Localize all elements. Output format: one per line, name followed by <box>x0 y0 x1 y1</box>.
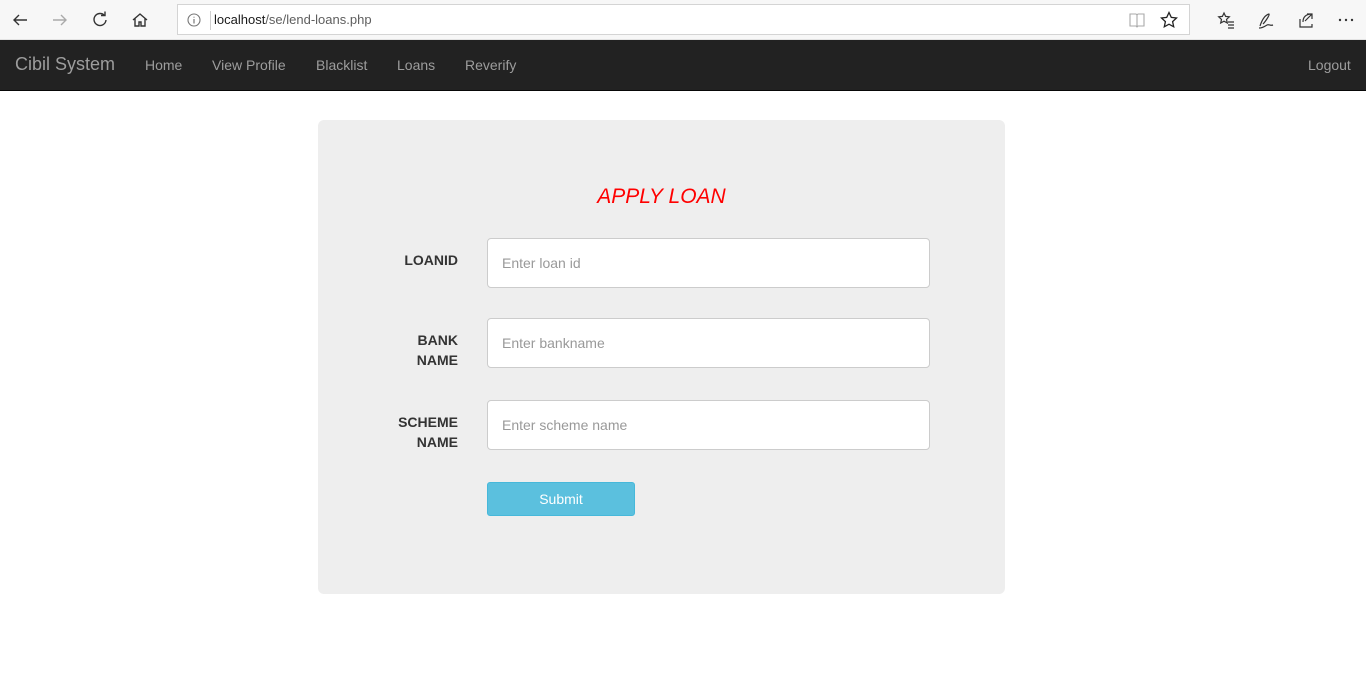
share-button[interactable] <box>1290 4 1322 36</box>
url-path: /se/lend-loans.php <box>265 12 372 27</box>
nav-link-logout[interactable]: Logout <box>1308 57 1351 73</box>
favorites-button[interactable] <box>1210 4 1242 36</box>
nav-link-home[interactable]: Home <box>145 57 182 73</box>
nav-link-loans[interactable]: Loans <box>397 57 435 73</box>
browser-toolbar: localhost/se/lend-loans.php <box>0 0 1366 40</box>
loanid-label: LOANID <box>404 252 458 268</box>
loanid-input[interactable] <box>487 238 930 288</box>
back-icon <box>13 14 27 26</box>
submit-button[interactable]: Submit <box>487 482 635 516</box>
address-bar[interactable]: localhost/se/lend-loans.php <box>177 4 1190 35</box>
form-title: APPLY LOAN <box>597 185 726 208</box>
reading-view-icon[interactable] <box>1128 11 1146 29</box>
pen-icon <box>1258 13 1274 29</box>
address-separator <box>210 11 211 30</box>
refresh-button[interactable] <box>84 4 116 36</box>
scheme-name-input[interactable] <box>487 400 930 450</box>
scheme-name-label: SCHEME NAME <box>398 414 458 450</box>
favorites-list-icon <box>1217 11 1234 29</box>
share-icon <box>1299 13 1313 28</box>
more-button[interactable] <box>1330 4 1362 36</box>
favorite-star-icon[interactable] <box>1159 10 1179 30</box>
url-text[interactable]: localhost/se/lend-loans.php <box>214 12 372 27</box>
top-navbar: Cibil System Home View Profile Blacklist… <box>0 40 1366 91</box>
nav-link-reverify[interactable]: Reverify <box>465 57 516 73</box>
navbar-brand[interactable]: Cibil System <box>15 54 115 75</box>
more-icon <box>1338 18 1354 22</box>
home-button[interactable] <box>124 4 156 36</box>
bank-name-input[interactable] <box>487 318 930 368</box>
apply-loan-panel: APPLY LOAN LOANID BANK NAME SCHEME NAME … <box>318 120 1005 594</box>
bank-name-label: BANK NAME <box>416 332 458 368</box>
home-icon <box>132 13 148 27</box>
url-host: localhost <box>214 12 266 27</box>
nav-link-blacklist[interactable]: Blacklist <box>316 57 367 73</box>
refresh-icon <box>93 11 107 27</box>
nav-link-view-profile[interactable]: View Profile <box>212 57 286 73</box>
forward-icon <box>53 14 67 26</box>
info-icon[interactable] <box>186 12 202 28</box>
forward-button[interactable] <box>44 4 76 36</box>
back-button[interactable] <box>4 4 36 36</box>
notes-button[interactable] <box>1250 4 1282 36</box>
